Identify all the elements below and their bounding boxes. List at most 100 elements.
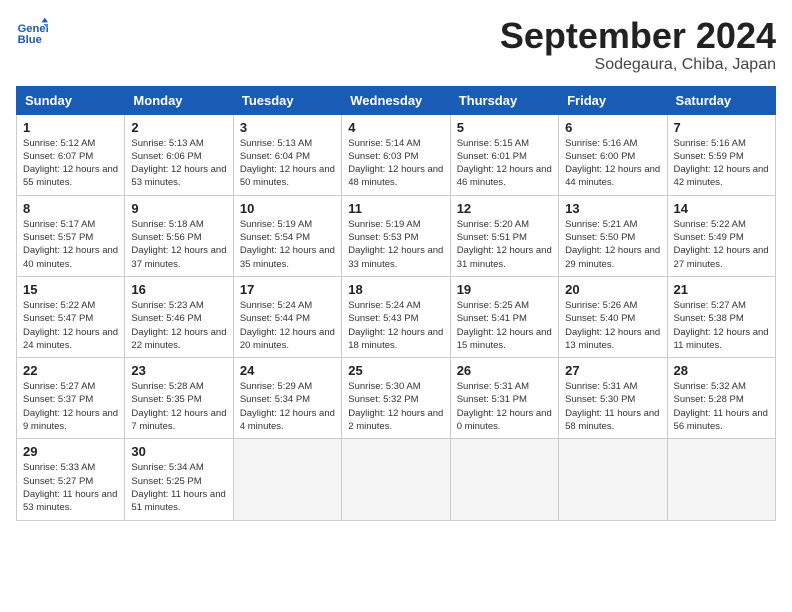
- header-thursday: Thursday: [450, 86, 558, 114]
- day-number: 22: [23, 363, 118, 378]
- day-number: 11: [348, 201, 443, 216]
- header-wednesday: Wednesday: [342, 86, 450, 114]
- header-tuesday: Tuesday: [233, 86, 341, 114]
- calendar-cell: [233, 439, 341, 520]
- day-info: Sunrise: 5:21 AMSunset: 5:50 PMDaylight:…: [565, 218, 660, 271]
- day-number: 14: [674, 201, 769, 216]
- day-number: 15: [23, 282, 118, 297]
- calendar-cell: 13 Sunrise: 5:21 AMSunset: 5:50 PMDayligh…: [559, 195, 667, 276]
- calendar-cell: 6 Sunrise: 5:16 AMSunset: 6:00 PMDaylight…: [559, 114, 667, 195]
- calendar-cell: 26 Sunrise: 5:31 AMSunset: 5:31 PMDayligh…: [450, 358, 558, 439]
- day-info: Sunrise: 5:13 AMSunset: 6:04 PMDaylight:…: [240, 137, 335, 190]
- header-monday: Monday: [125, 86, 233, 114]
- calendar-cell: 17 Sunrise: 5:24 AMSunset: 5:44 PMDayligh…: [233, 276, 341, 357]
- day-info: Sunrise: 5:27 AMSunset: 5:37 PMDaylight:…: [23, 380, 118, 433]
- day-info: Sunrise: 5:29 AMSunset: 5:34 PMDaylight:…: [240, 380, 335, 433]
- day-info: Sunrise: 5:16 AMSunset: 6:00 PMDaylight:…: [565, 137, 660, 190]
- day-number: 2: [131, 120, 226, 135]
- location-subtitle: Sodegaura, Chiba, Japan: [500, 56, 776, 74]
- day-info: Sunrise: 5:12 AMSunset: 6:07 PMDaylight:…: [23, 137, 118, 190]
- day-number: 3: [240, 120, 335, 135]
- day-number: 5: [457, 120, 552, 135]
- calendar-cell: 3 Sunrise: 5:13 AMSunset: 6:04 PMDaylight…: [233, 114, 341, 195]
- header-saturday: Saturday: [667, 86, 775, 114]
- calendar-cell: [342, 439, 450, 520]
- calendar-cell: 29Sunrise: 5:33 AMSunset: 5:27 PMDayligh…: [17, 439, 125, 520]
- calendar-cell: 5 Sunrise: 5:15 AMSunset: 6:01 PMDaylight…: [450, 114, 558, 195]
- calendar-cell: 12 Sunrise: 5:20 AMSunset: 5:51 PMDayligh…: [450, 195, 558, 276]
- day-info: Sunrise: 5:15 AMSunset: 6:01 PMDaylight:…: [457, 137, 552, 190]
- calendar-cell: 28Sunrise: 5:32 AMSunset: 5:28 PMDayligh…: [667, 358, 775, 439]
- day-number: 25: [348, 363, 443, 378]
- calendar-cell: 30 Sunrise: 5:34 AMSunset: 5:25 PMDayligh…: [125, 439, 233, 520]
- header-sunday: Sunday: [17, 86, 125, 114]
- logo: General Blue: [16, 16, 48, 48]
- day-number: 16: [131, 282, 226, 297]
- day-info: Sunrise: 5:34 AMSunset: 5:25 PMDaylight:…: [131, 461, 226, 514]
- page-header: General Blue September 2024 Sodegaura, C…: [16, 16, 776, 74]
- header-friday: Friday: [559, 86, 667, 114]
- day-info: Sunrise: 5:16 AMSunset: 5:59 PMDaylight:…: [674, 137, 769, 190]
- calendar-cell: 18Sunrise: 5:24 AMSunset: 5:43 PMDayligh…: [342, 276, 450, 357]
- day-number: 9: [131, 201, 226, 216]
- day-number: 20: [565, 282, 660, 297]
- calendar-cell: 15 Sunrise: 5:22 AMSunset: 5:47 PMDayligh…: [17, 276, 125, 357]
- day-number: 26: [457, 363, 552, 378]
- calendar-cell: 20 Sunrise: 5:26 AMSunset: 5:40 PMDayligh…: [559, 276, 667, 357]
- day-number: 23: [131, 363, 226, 378]
- calendar-cell: 1 Sunrise: 5:12 AMSunset: 6:07 PMDaylight…: [17, 114, 125, 195]
- day-number: 4: [348, 120, 443, 135]
- calendar-cell: [559, 439, 667, 520]
- day-number: 6: [565, 120, 660, 135]
- calendar-cell: 2Sunrise: 5:13 AMSunset: 6:06 PMDaylight…: [125, 114, 233, 195]
- day-number: 21: [674, 282, 769, 297]
- day-number: 12: [457, 201, 552, 216]
- calendar-cell: 22 Sunrise: 5:27 AMSunset: 5:37 PMDayligh…: [17, 358, 125, 439]
- calendar-cell: 14 Sunrise: 5:22 AMSunset: 5:49 PMDayligh…: [667, 195, 775, 276]
- calendar-cell: 10Sunrise: 5:19 AMSunset: 5:54 PMDayligh…: [233, 195, 341, 276]
- day-number: 10: [240, 201, 335, 216]
- day-number: 30: [131, 444, 226, 459]
- calendar-cell: 7 Sunrise: 5:16 AMSunset: 5:59 PMDaylight…: [667, 114, 775, 195]
- day-number: 24: [240, 363, 335, 378]
- calendar-row: 1 Sunrise: 5:12 AMSunset: 6:07 PMDaylight…: [17, 114, 776, 195]
- calendar-cell: 16 Sunrise: 5:23 AMSunset: 5:46 PMDayligh…: [125, 276, 233, 357]
- calendar-row: 8Sunrise: 5:17 AMSunset: 5:57 PMDaylight…: [17, 195, 776, 276]
- day-info: Sunrise: 5:31 AMSunset: 5:30 PMDaylight:…: [565, 380, 660, 433]
- day-number: 7: [674, 120, 769, 135]
- day-info: Sunrise: 5:31 AMSunset: 5:31 PMDaylight:…: [457, 380, 552, 433]
- day-info: Sunrise: 5:26 AMSunset: 5:40 PMDaylight:…: [565, 299, 660, 352]
- calendar-cell: 25 Sunrise: 5:30 AMSunset: 5:32 PMDayligh…: [342, 358, 450, 439]
- calendar-cell: 21Sunrise: 5:27 AMSunset: 5:38 PMDayligh…: [667, 276, 775, 357]
- day-info: Sunrise: 5:20 AMSunset: 5:51 PMDaylight:…: [457, 218, 552, 271]
- day-info: Sunrise: 5:30 AMSunset: 5:32 PMDaylight:…: [348, 380, 443, 433]
- day-number: 18: [348, 282, 443, 297]
- day-info: Sunrise: 5:23 AMSunset: 5:46 PMDaylight:…: [131, 299, 226, 352]
- calendar-cell: 4 Sunrise: 5:14 AMSunset: 6:03 PMDaylight…: [342, 114, 450, 195]
- day-number: 19: [457, 282, 552, 297]
- calendar-cell: 27 Sunrise: 5:31 AMSunset: 5:30 PMDayligh…: [559, 358, 667, 439]
- day-info: Sunrise: 5:18 AMSunset: 5:56 PMDaylight:…: [131, 218, 226, 271]
- calendar-cell: 19 Sunrise: 5:25 AMSunset: 5:41 PMDayligh…: [450, 276, 558, 357]
- calendar-cell: 9 Sunrise: 5:18 AMSunset: 5:56 PMDaylight…: [125, 195, 233, 276]
- title-block: September 2024 Sodegaura, Chiba, Japan: [500, 16, 776, 74]
- day-number: 8: [23, 201, 118, 216]
- weekday-header-row: Sunday Monday Tuesday Wednesday Thursday…: [17, 86, 776, 114]
- month-title: September 2024: [500, 16, 776, 56]
- day-info: Sunrise: 5:14 AMSunset: 6:03 PMDaylight:…: [348, 137, 443, 190]
- day-info: Sunrise: 5:19 AMSunset: 5:53 PMDaylight:…: [348, 218, 443, 271]
- svg-text:General: General: [18, 23, 48, 35]
- calendar-cell: [450, 439, 558, 520]
- day-number: 17: [240, 282, 335, 297]
- logo-icon: General Blue: [16, 16, 48, 48]
- day-number: 13: [565, 201, 660, 216]
- day-info: Sunrise: 5:22 AMSunset: 5:47 PMDaylight:…: [23, 299, 118, 352]
- day-number: 1: [23, 120, 118, 135]
- day-number: 27: [565, 363, 660, 378]
- calendar-cell: 24 Sunrise: 5:29 AMSunset: 5:34 PMDayligh…: [233, 358, 341, 439]
- calendar-cell: 23Sunrise: 5:28 AMSunset: 5:35 PMDayligh…: [125, 358, 233, 439]
- day-info: Sunrise: 5:25 AMSunset: 5:41 PMDaylight:…: [457, 299, 552, 352]
- day-number: 28: [674, 363, 769, 378]
- day-info: Sunrise: 5:24 AMSunset: 5:44 PMDaylight:…: [240, 299, 335, 352]
- day-info: Sunrise: 5:22 AMSunset: 5:49 PMDaylight:…: [674, 218, 769, 271]
